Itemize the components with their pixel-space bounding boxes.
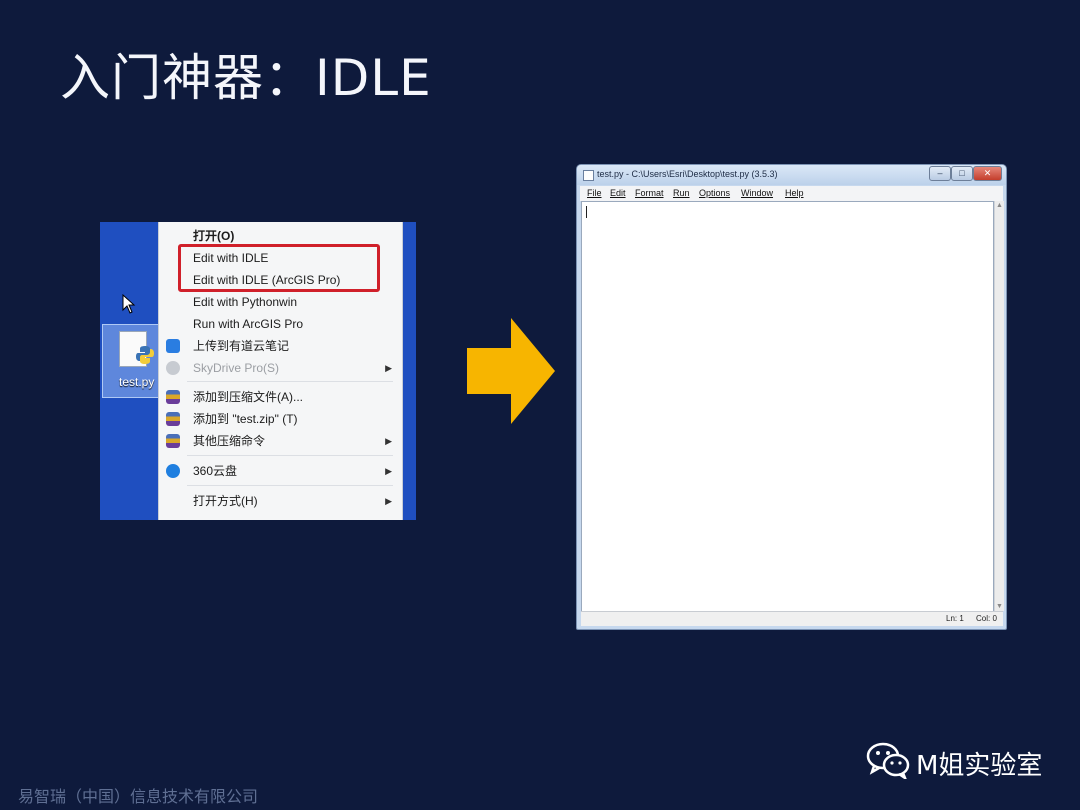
- menu-item-add-to-archive[interactable]: 添加到压缩文件(A)...: [159, 386, 402, 408]
- submenu-arrow-icon: ▶: [385, 436, 392, 446]
- menu-help[interactable]: Help: [785, 188, 804, 198]
- maximize-button[interactable]: □: [951, 166, 973, 181]
- submenu-arrow-icon: ▶: [385, 466, 392, 476]
- slide-title: 入门神器：IDLE: [60, 49, 432, 107]
- minimize-button[interactable]: –: [929, 166, 951, 181]
- menu-separator: [187, 381, 393, 382]
- menu-item-edit-with-pythonwin[interactable]: Edit with Pythonwin: [159, 291, 402, 313]
- menu-format[interactable]: Format: [635, 188, 664, 198]
- menu-run[interactable]: Run: [673, 188, 690, 198]
- menu-item-skydrive-pro[interactable]: SkyDrive Pro(S) ▶: [159, 357, 402, 379]
- menu-item-upload-youdao[interactable]: 上传到有道云笔记: [159, 335, 402, 357]
- idle-editor-window: test.py - C:\Users\Esri\Desktop\test.py …: [576, 164, 1007, 630]
- window-title: test.py - C:\Users\Esri\Desktop\test.py …: [597, 169, 778, 179]
- idle-app-icon: [583, 170, 594, 181]
- status-column: Col: 0: [976, 614, 997, 623]
- menu-item-open-with[interactable]: 打开方式(H) ▶: [159, 490, 402, 512]
- text-caret: [586, 206, 587, 218]
- company-footer: 易智瑞（中国）信息技术有限公司: [18, 787, 259, 806]
- wechat-icon: [866, 742, 910, 779]
- status-line: Ln: 1: [946, 614, 964, 623]
- window-titlebar[interactable]: test.py - C:\Users\Esri\Desktop\test.py …: [577, 165, 1006, 185]
- code-editor-area[interactable]: [581, 201, 994, 621]
- desktop-file-test-py[interactable]: test.py: [102, 324, 162, 398]
- context-menu-screenshot: test.py 打开(O) Edit with IDLE Edit with I…: [100, 222, 416, 520]
- cloud-icon: [166, 361, 180, 375]
- menu-item-360-cloud[interactable]: 360云盘 ▶: [159, 460, 402, 482]
- 360-cloud-icon: [166, 464, 180, 478]
- menu-item-add-to-test-zip[interactable]: 添加到 "test.zip" (T): [159, 408, 402, 430]
- scroll-up-icon[interactable]: ▲: [996, 202, 1003, 209]
- winrar-icon: [166, 434, 180, 448]
- winrar-icon: [166, 390, 180, 404]
- idle-options-highlight: [178, 244, 380, 292]
- menu-separator: [187, 455, 393, 456]
- menubar: File Edit Format Run Options Window Help: [580, 186, 1003, 201]
- close-button[interactable]: ✕: [973, 166, 1002, 181]
- menu-file[interactable]: File: [587, 188, 602, 198]
- submenu-arrow-icon: ▶: [385, 496, 392, 506]
- menu-options[interactable]: Options: [699, 188, 730, 198]
- status-bar: Ln: 1 Col: 0: [581, 611, 1003, 626]
- menu-separator: [187, 485, 393, 486]
- menu-edit[interactable]: Edit: [610, 188, 626, 198]
- file-name-label: test.py: [119, 375, 155, 389]
- vertical-scrollbar[interactable]: ▲ ▼: [994, 201, 1004, 611]
- youdao-note-icon: [166, 339, 180, 353]
- right-arrow-icon: [467, 318, 555, 424]
- mouse-cursor-icon: [122, 294, 136, 314]
- menu-window[interactable]: Window: [741, 188, 773, 198]
- submenu-arrow-icon: ▶: [385, 363, 392, 373]
- wechat-account-name: M姐实验室: [916, 751, 1043, 781]
- menu-item-run-with-arcgis-pro[interactable]: Run with ArcGIS Pro: [159, 313, 402, 335]
- menu-item-other-compress[interactable]: 其他压缩命令 ▶: [159, 430, 402, 452]
- python-logo-icon: [136, 346, 154, 364]
- winrar-icon: [166, 412, 180, 426]
- scroll-down-icon[interactable]: ▼: [996, 603, 1003, 610]
